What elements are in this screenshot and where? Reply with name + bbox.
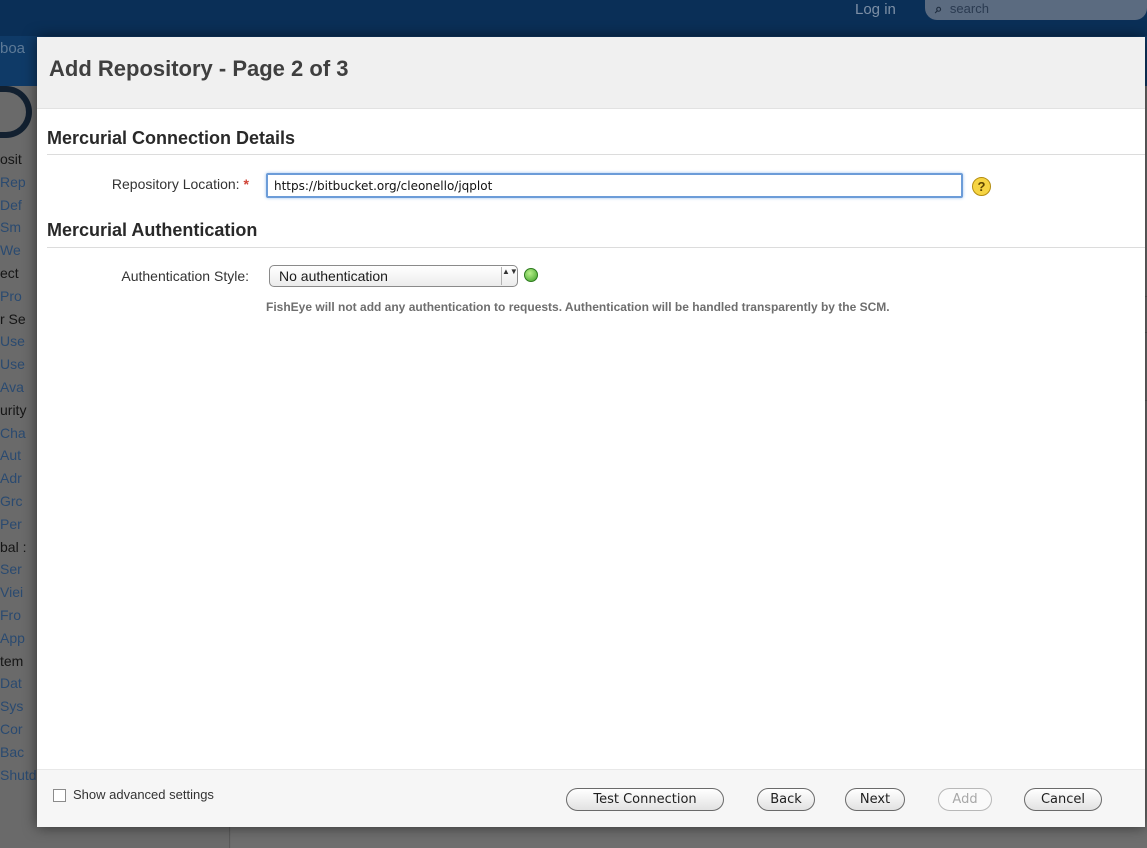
dialog-title: Add Repository - Page 2 of 3 (49, 56, 349, 81)
sidebar-item[interactable]: Grc (0, 490, 40, 512)
background-subnav-label: boa (0, 40, 26, 57)
sidebar-item[interactable]: Adr (0, 467, 40, 489)
sidebar-section-heading: bal : (0, 539, 27, 555)
authentication-heading: Mercurial Authentication (47, 220, 258, 240)
authentication-description: FishEye will not add any authentication … (266, 300, 890, 314)
select-arrows-icon: ▲▼ (501, 267, 518, 285)
sidebar-item[interactable]: Use (0, 330, 40, 352)
dialog-header: Add Repository - Page 2 of 3 (37, 37, 1145, 109)
sidebar-item[interactable]: Sm (0, 216, 40, 238)
sidebar-item[interactable]: Per (0, 513, 40, 535)
search-icon: ⌕ (935, 1, 943, 16)
status-ok-icon (524, 268, 538, 282)
sidebar-item[interactable]: Cha (0, 422, 40, 444)
sidebar-item[interactable]: Rep (0, 171, 40, 193)
help-icon[interactable]: ? (972, 177, 991, 196)
back-button[interactable]: Back (757, 788, 815, 811)
sidebar-item[interactable]: Ser (0, 558, 40, 580)
sidebar-item[interactable]: Def (0, 194, 40, 216)
required-marker: * (243, 176, 249, 192)
sidebar-item[interactable]: Bac (0, 741, 40, 763)
search-placeholder: search (949, 1, 989, 16)
sidebar-section-heading: tem (0, 653, 24, 669)
sidebar-item[interactable]: App (0, 627, 40, 649)
connection-details-heading: Mercurial Connection Details (47, 128, 296, 148)
section-divider (47, 154, 1145, 155)
sidebar-item[interactable]: Pro (0, 285, 40, 307)
login-link[interactable]: Log in (855, 0, 896, 20)
sidebar-item[interactable]: Viei (0, 581, 40, 603)
authentication-style-label: Authentication Style: (121, 268, 249, 284)
sidebar-section-heading: r Se (0, 311, 26, 327)
sidebar-section-heading: urity (0, 402, 27, 418)
sidebar-item[interactable]: Use (0, 353, 40, 375)
sidebar-item[interactable]: Cor (0, 718, 40, 740)
sidebar-item[interactable]: Shutdown (0, 764, 40, 786)
section-divider (47, 247, 1145, 248)
sidebar-item[interactable]: Ava (0, 376, 40, 398)
repository-location-label: Repository Location: * (111, 176, 249, 192)
authentication-style-select[interactable]: No authentication ▲▼ (269, 265, 518, 287)
next-button[interactable]: Next (845, 788, 905, 811)
repository-location-input[interactable] (266, 173, 963, 198)
cancel-button[interactable]: Cancel (1024, 788, 1102, 811)
show-advanced-checkbox[interactable] (53, 789, 66, 802)
add-repository-dialog: Add Repository - Page 2 of 3 Mercurial C… (37, 37, 1145, 827)
add-button: Add (938, 788, 992, 811)
authentication-style-value: No authentication (279, 268, 388, 284)
sidebar-item[interactable]: Sys (0, 695, 40, 717)
show-advanced-label[interactable]: Show advanced settings (73, 787, 214, 802)
sidebar-section-heading: osit (0, 151, 22, 167)
sidebar-section-heading: ect (0, 265, 19, 281)
dialog-footer: Show advanced settings Test Connection B… (37, 769, 1145, 827)
test-connection-button[interactable]: Test Connection (566, 788, 724, 811)
sidebar-item[interactable]: Dat (0, 672, 40, 694)
sidebar-item[interactable]: We (0, 239, 40, 261)
sidebar-item[interactable]: Fro (0, 604, 40, 626)
global-search[interactable]: ⌕ search (925, 0, 1147, 20)
sidebar-item[interactable]: Aut (0, 444, 40, 466)
